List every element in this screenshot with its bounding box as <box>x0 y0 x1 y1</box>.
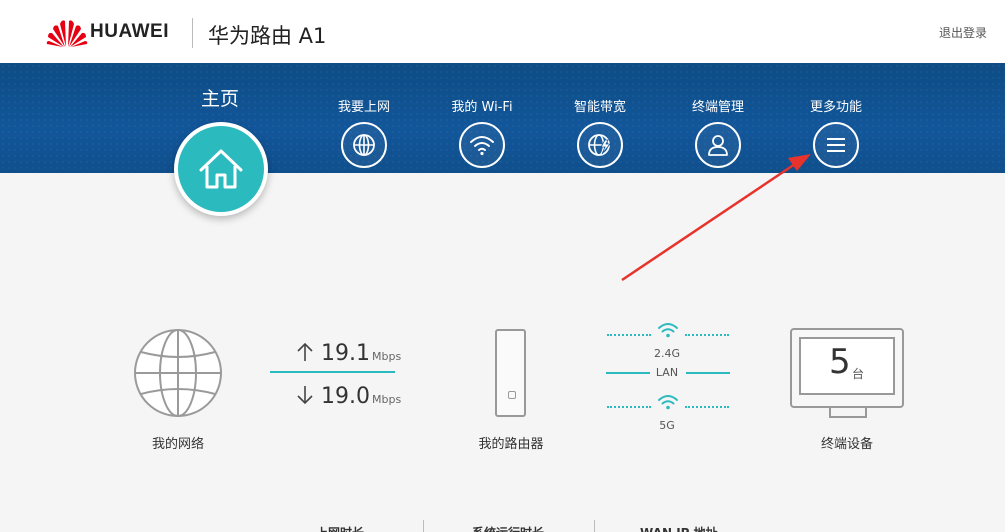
band-5-dots-left <box>607 406 651 408</box>
band-5-label: 5G <box>659 419 675 432</box>
tab-wan-ip[interactable]: WAN IP 地址 <box>640 524 718 532</box>
wifi-5-icon <box>658 395 678 410</box>
device-count: 5 <box>829 342 851 382</box>
annotation-arrow-icon <box>621 154 811 282</box>
tab-online-duration[interactable]: 上网时长 <box>316 524 364 532</box>
router-led <box>508 391 516 399</box>
speed-divider <box>270 371 395 373</box>
router-device-icon[interactable] <box>495 329 526 417</box>
router-label: 我的路由器 <box>478 437 544 452</box>
upload-arrow-icon <box>297 342 313 361</box>
lan-line-right <box>686 372 730 374</box>
upload-unit: Mbps <box>371 350 402 363</box>
band-5-dots-right <box>685 406 729 408</box>
tab-system-uptime[interactable]: 系统运行时长 <box>472 524 544 532</box>
devices-label: 终端设备 <box>820 437 873 452</box>
download-value: 19.0 <box>321 384 370 409</box>
upload-value: 19.1 <box>321 341 370 366</box>
band-24-dots-left <box>607 334 651 336</box>
tab-separator <box>423 520 424 532</box>
network-label: 我的网络 <box>151 437 204 452</box>
download-arrow-icon <box>297 386 313 405</box>
wifi-24-icon <box>658 323 678 338</box>
band-24-dots-right <box>685 334 729 336</box>
monitor-stand <box>829 406 867 418</box>
device-count-unit: 台 <box>852 367 865 381</box>
download-unit: Mbps <box>371 393 402 406</box>
download-speed: 19.0 Mbps <box>296 384 401 409</box>
tab-separator <box>594 520 595 532</box>
upload-speed: 19.1 Mbps <box>296 341 401 366</box>
band-24-label: 2.4G <box>653 347 681 360</box>
network-globe-icon[interactable] <box>133 328 223 418</box>
